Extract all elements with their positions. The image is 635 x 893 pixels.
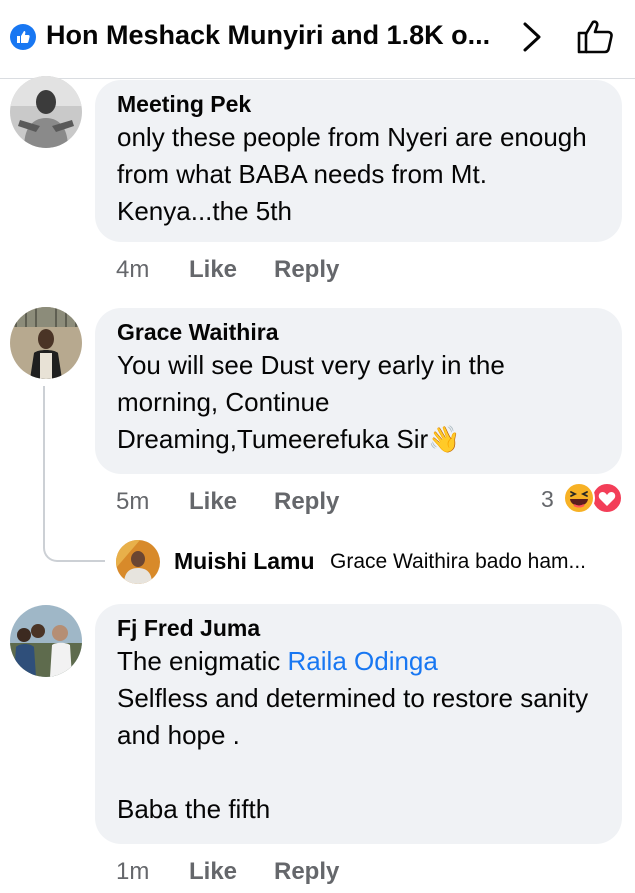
reply-button[interactable]: Reply [274, 256, 339, 284]
reply-text: Grace Waithira bado ham... [330, 550, 586, 573]
comment-time[interactable]: 5m [116, 488, 149, 516]
comment-text: only these people from Nyeri are enough … [117, 122, 587, 226]
comment-time[interactable]: 1m [116, 858, 149, 886]
avatar-muishi-lamu[interactable] [116, 540, 160, 584]
reactions-summary[interactable] [561, 482, 627, 514]
reply-button[interactable]: Reply [274, 858, 339, 886]
thread-connector [43, 386, 105, 562]
mention-link[interactable]: Raila Odinga [288, 646, 438, 676]
comment-author[interactable]: Fj Fred Juma [117, 613, 600, 643]
comment-bubble[interactable]: Meeting Pek only these people from Nyeri… [95, 80, 622, 242]
avatar-meeting-pek[interactable] [10, 76, 82, 148]
comment-bubble[interactable]: Fj Fred Juma The enigmatic Raila Odinga … [95, 604, 622, 844]
reaction-count[interactable]: 3 [541, 486, 554, 513]
reactors-title[interactable]: Hon Meshack Munyiri and 1.8K o... [46, 20, 490, 51]
comment-text: You will see Dust very early in the morn… [117, 350, 505, 454]
like-outline-icon[interactable] [575, 16, 615, 56]
like-reaction-icon [10, 24, 36, 50]
comment-text-line: Selfless and determined to restore sanit… [117, 683, 589, 750]
avatar-fj-fred-juma[interactable] [10, 605, 82, 677]
avatar-grace-waithira[interactable] [10, 307, 82, 379]
like-button[interactable]: Like [189, 858, 237, 886]
like-button[interactable]: Like [189, 256, 237, 284]
love-reaction-icon [591, 482, 623, 514]
like-button[interactable]: Like [189, 488, 237, 516]
reply-author[interactable]: Muishi Lamu [174, 548, 315, 575]
comment-text-line: Baba the fifth [117, 794, 271, 824]
haha-reaction-icon [563, 482, 595, 514]
comment-text: The enigmatic Raila Odinga Selfless and … [117, 643, 600, 828]
reply-button[interactable]: Reply [274, 488, 339, 516]
comment-text-prefix: The enigmatic [117, 646, 288, 676]
comment-author[interactable]: Meeting Pek [117, 89, 600, 119]
top-bar: Hon Meshack Munyiri and 1.8K o... [0, 0, 635, 79]
comment-author[interactable]: Grace Waithira [117, 317, 600, 347]
chevron-right-icon[interactable] [518, 20, 546, 54]
comment-bubble[interactable]: Grace Waithira You will see Dust very ea… [95, 308, 622, 474]
comment-time[interactable]: 4m [116, 256, 149, 284]
